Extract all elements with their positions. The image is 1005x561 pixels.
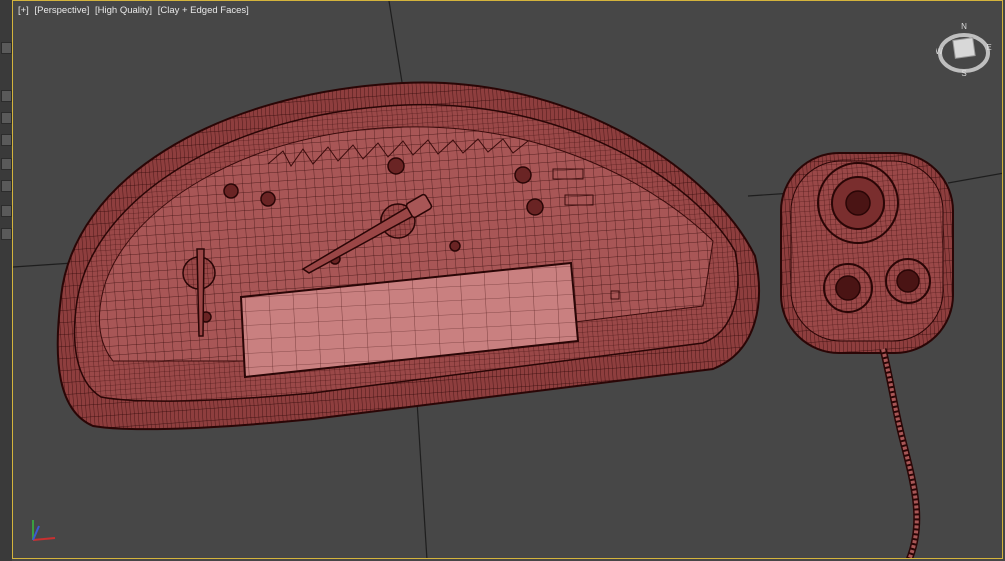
- viewcube-west-label: W: [936, 47, 943, 56]
- viewport-view-menu[interactable]: [Perspective]: [34, 5, 89, 16]
- toolbar-button[interactable]: [1, 158, 12, 170]
- toolbar-button[interactable]: [1, 228, 12, 240]
- left-toolbar-strip: [0, 0, 12, 561]
- viewcube-box-icon: [952, 37, 976, 59]
- toolbar-button[interactable]: [1, 180, 12, 192]
- toolbar-button[interactable]: [1, 205, 12, 217]
- left-dial[interactable]: [823, 263, 873, 313]
- toolbar-button[interactable]: [1, 134, 12, 146]
- viewcube-east-label: E: [986, 43, 991, 52]
- viewcube-navigator[interactable]: N S E W: [935, 22, 992, 79]
- viewport-shading-menu[interactable]: [Clay + Edged Faces]: [158, 5, 249, 16]
- perspective-viewport[interactable]: [+] [Perspective] [High Quality] [Clay +…: [12, 0, 1003, 559]
- viewport-quality-menu[interactable]: [High Quality]: [95, 5, 152, 16]
- viewcube-north-label: N: [961, 23, 967, 31]
- right-dial[interactable]: [885, 258, 931, 304]
- axis-tripod-icon: [27, 516, 61, 546]
- viewport-plus-menu[interactable]: [+]: [18, 5, 29, 16]
- 3d-scene[interactable]: [13, 1, 1003, 559]
- toolbar-button[interactable]: [1, 112, 12, 124]
- toolbar-button[interactable]: [1, 90, 12, 102]
- main-dial[interactable]: [817, 162, 899, 244]
- viewport-label-menu: [+] [Perspective] [High Quality] [Clay +…: [18, 5, 252, 16]
- toolbar-button[interactable]: [1, 42, 12, 54]
- viewcube-south-label: S: [961, 69, 966, 78]
- control-knob-panel[interactable]: [780, 152, 954, 354]
- instrument-cluster[interactable]: [56, 81, 760, 431]
